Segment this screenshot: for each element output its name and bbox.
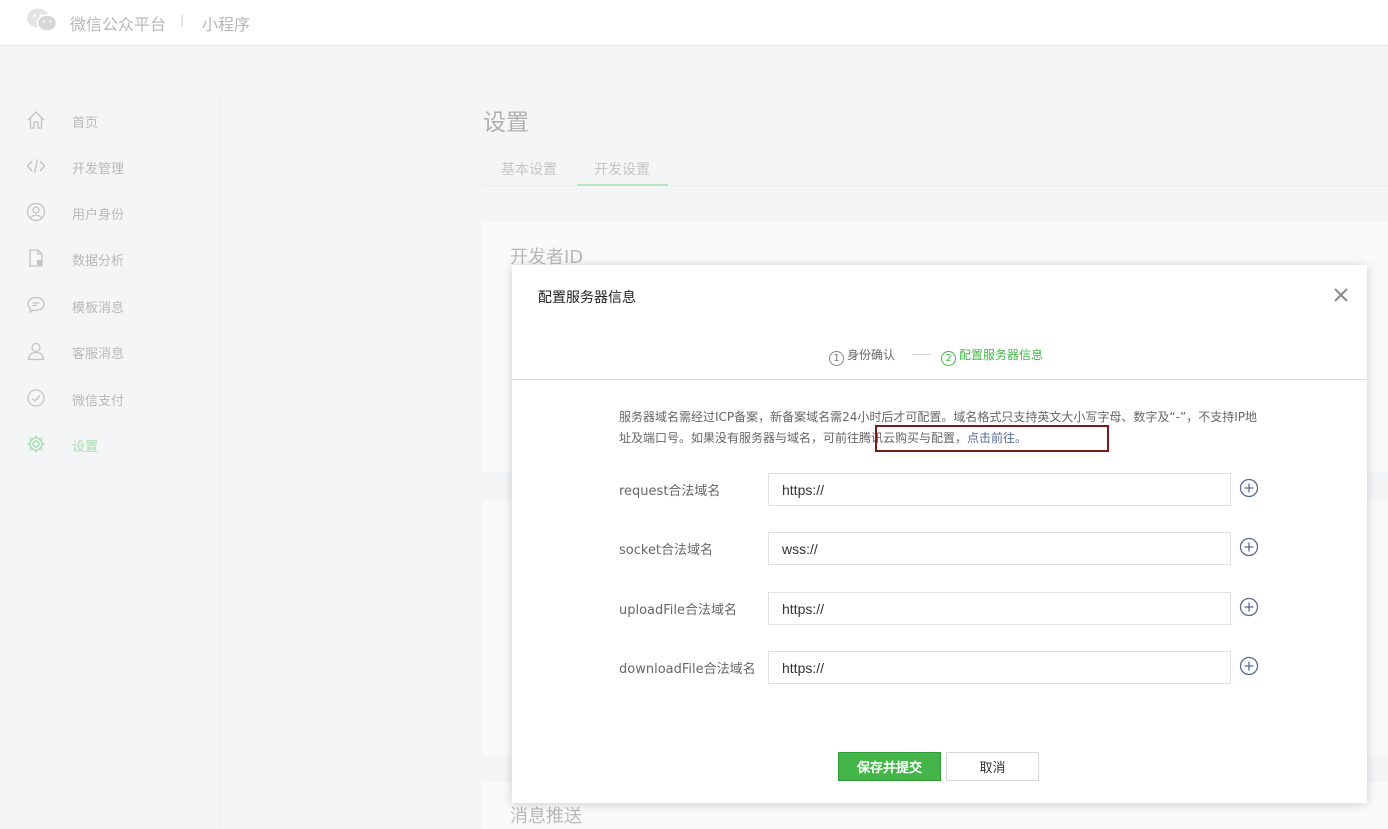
sidebar-item-label: 首页	[72, 116, 99, 131]
sidebar-item-dev-management[interactable]: 开发管理	[0, 151, 220, 181]
tab-basic-settings[interactable]: 基本设置	[501, 159, 557, 179]
add-download-file-domain-icon[interactable]	[1239, 656, 1259, 676]
socket-domain-input[interactable]	[768, 532, 1231, 565]
dialog-divider	[512, 379, 1367, 380]
configure-server-dialog: 配置服务器信息 1 身份确认 2 配置服务器信息 服务器域名需经过ICP备案，新备案…	[512, 265, 1367, 803]
socket-domain-label: socket合法域名	[619, 543, 714, 558]
sidebar: 首页 开发管理 用户身份 数据分析 模板消息 客服消息 微信支付 设置	[0, 99, 220, 829]
sidebar-item-label: 数据分析	[72, 254, 125, 269]
add-upload-file-domain-icon[interactable]	[1239, 597, 1259, 617]
sidebar-item-template-message[interactable]: 模板消息	[0, 290, 220, 320]
step-label: 身份确认	[847, 348, 896, 362]
user-circle-icon	[26, 202, 46, 222]
sidebar-item-label: 用户身份	[72, 208, 125, 223]
step-configure-server: 2 配置服务器信息	[941, 346, 1043, 366]
dialog-title: 配置服务器信息	[538, 290, 636, 306]
message-push-section-title: 消息推送	[510, 806, 582, 827]
sidebar-item-home[interactable]: 首页	[0, 105, 220, 135]
sidebar-item-settings[interactable]: 设置	[0, 429, 220, 459]
highlight-annotation-box	[875, 425, 1109, 452]
request-domain-input[interactable]	[768, 473, 1231, 506]
step-number: 2	[941, 351, 956, 366]
sidebar-item-label: 微信支付	[72, 394, 125, 409]
brand-name[interactable]: 微信公众平台	[70, 11, 166, 35]
sidebar-item-label: 开发管理	[72, 162, 125, 177]
wechat-logo-icon	[27, 8, 58, 32]
save-and-submit-button[interactable]: 保存并提交	[838, 752, 941, 781]
sidebar-item-user-identity[interactable]: 用户身份	[0, 197, 220, 227]
page-title: 设置	[483, 110, 529, 136]
upload-file-domain-label: uploadFile合法域名	[619, 603, 738, 618]
top-bar: 微信公众平台 | 小程序	[0, 0, 1388, 46]
gear-icon	[27, 435, 45, 453]
step-identity-confirm: 1 身份确认	[829, 346, 895, 366]
sidebar-item-data-analysis[interactable]: 数据分析	[0, 243, 220, 273]
download-file-domain-label: downloadFile合法域名	[619, 662, 756, 677]
sidebar-item-customer-service[interactable]: 客服消息	[0, 336, 220, 366]
payment-icon	[27, 389, 45, 407]
customer-service-icon	[27, 342, 45, 361]
product-name: 小程序	[202, 15, 251, 34]
close-icon[interactable]	[1331, 285, 1351, 305]
step-connector	[912, 354, 931, 355]
cancel-button[interactable]: 取消	[946, 752, 1039, 781]
tab-dev-settings[interactable]: 开发设置	[594, 159, 650, 179]
add-socket-domain-icon[interactable]	[1239, 537, 1259, 557]
sidebar-item-label: 客服消息	[72, 347, 125, 362]
tab-active-indicator	[577, 184, 668, 186]
step-number: 1	[829, 351, 844, 366]
code-icon	[26, 159, 46, 173]
chat-bubble-icon	[27, 296, 45, 314]
download-file-domain-input[interactable]	[768, 651, 1231, 684]
step-label: 配置服务器信息	[959, 348, 1044, 362]
document-chart-icon	[29, 249, 43, 267]
brand-separator: |	[180, 13, 185, 27]
sidebar-item-label: 模板消息	[72, 301, 125, 316]
sidebar-item-wechat-pay[interactable]: 微信支付	[0, 383, 220, 413]
request-domain-label: request合法域名	[619, 484, 721, 499]
add-request-domain-icon[interactable]	[1239, 478, 1259, 498]
home-icon	[27, 111, 45, 129]
upload-file-domain-input[interactable]	[768, 592, 1231, 625]
sidebar-item-label: 设置	[72, 440, 99, 455]
